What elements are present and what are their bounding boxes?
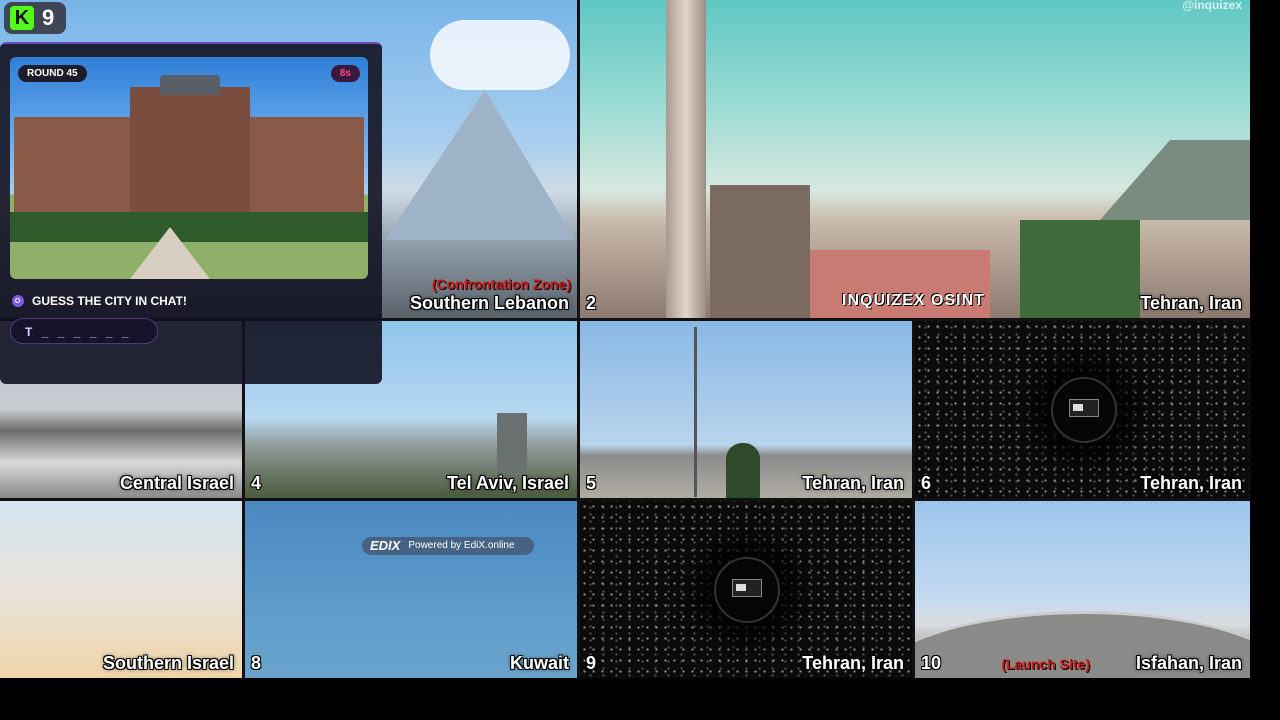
edix-badge: EDIX Powered by EdiX.online bbox=[362, 537, 534, 555]
camera-tile-isfahan: 10 (Launch Site) Isfahan, Iran bbox=[915, 501, 1250, 678]
tile-location-label: Isfahan, Iran bbox=[1135, 653, 1242, 673]
camera-tile-tehran-6-offline: 6 Tehran, Iran bbox=[915, 321, 1250, 498]
tile-zone-note: (Launch Site) bbox=[1001, 656, 1090, 672]
offline-disc-icon bbox=[1051, 377, 1117, 443]
right-letterbox bbox=[1250, 0, 1280, 678]
camera-tile-tehran-9-offline: 9 Tehran, Iran bbox=[580, 501, 912, 678]
tile-number: 10 bbox=[921, 653, 942, 673]
camera-tile-tehran-main: @inquizex INQUIZEX OSINT 2 Tehran, Iran bbox=[580, 0, 1250, 318]
viewer-count: 9 bbox=[42, 5, 55, 30]
tile-number: 4 bbox=[251, 473, 262, 493]
edix-powered-text: Powered by EdiX.online bbox=[408, 540, 515, 551]
tile-number: 6 bbox=[921, 473, 932, 493]
kick-logo-icon: K bbox=[10, 6, 34, 30]
timer-badge: 8s bbox=[330, 65, 360, 82]
channel-handle-watermark: @inquizex bbox=[1182, 0, 1242, 12]
quiz-card: ROUND 45 8s GUESS THE CITY IN CHAT! T _ … bbox=[0, 42, 382, 384]
camera-tile-tehran-5: 5 Tehran, Iran bbox=[580, 321, 912, 498]
tile-location-label: Southern Israel bbox=[102, 653, 234, 673]
tile-location-label: Southern Lebanon bbox=[410, 293, 569, 313]
round-badge: ROUND 45 bbox=[18, 65, 87, 82]
kick-viewer-badge: K 9 bbox=[4, 2, 66, 34]
camera-tile-southern-israel: Southern Israel bbox=[0, 501, 242, 678]
camera-grid: Southern Lebanon (Confrontation Zone) @i… bbox=[0, 0, 1280, 678]
tile-location-label: Tehran, Iran bbox=[1140, 293, 1242, 313]
tile-location-label: Tehran, Iran bbox=[802, 653, 904, 673]
bottom-letterbox bbox=[0, 678, 1280, 720]
camera-tile-kuwait: 8 Kuwait bbox=[245, 501, 577, 678]
tile-location-label: Central Israel bbox=[119, 473, 234, 493]
tile-location-label: Tehran, Iran bbox=[1140, 473, 1242, 493]
offline-disc-icon bbox=[714, 557, 780, 623]
edix-logo: EDIX bbox=[370, 538, 401, 553]
tile-number: 2 bbox=[586, 293, 597, 313]
quiz-hint: T _ _ _ _ _ _ bbox=[10, 318, 158, 344]
quiz-prompt: GUESS THE CITY IN CHAT! bbox=[12, 294, 187, 308]
tile-location-label: Tehran, Iran bbox=[802, 473, 904, 493]
tile-number: 9 bbox=[586, 653, 597, 673]
quiz-prompt-text: GUESS THE CITY IN CHAT! bbox=[32, 294, 187, 308]
tile-location-label: Kuwait bbox=[509, 653, 569, 673]
question-icon bbox=[12, 295, 24, 307]
tile-number: 8 bbox=[251, 653, 262, 673]
tile-zone-note: (Confrontation Zone) bbox=[431, 276, 571, 292]
tile-number: 5 bbox=[586, 473, 597, 493]
quiz-photo: ROUND 45 8s bbox=[10, 57, 368, 279]
inquizex-watermark: INQUIZEX OSINT bbox=[842, 292, 985, 309]
tile-location-label: Tel Aviv, Israel bbox=[446, 473, 569, 493]
